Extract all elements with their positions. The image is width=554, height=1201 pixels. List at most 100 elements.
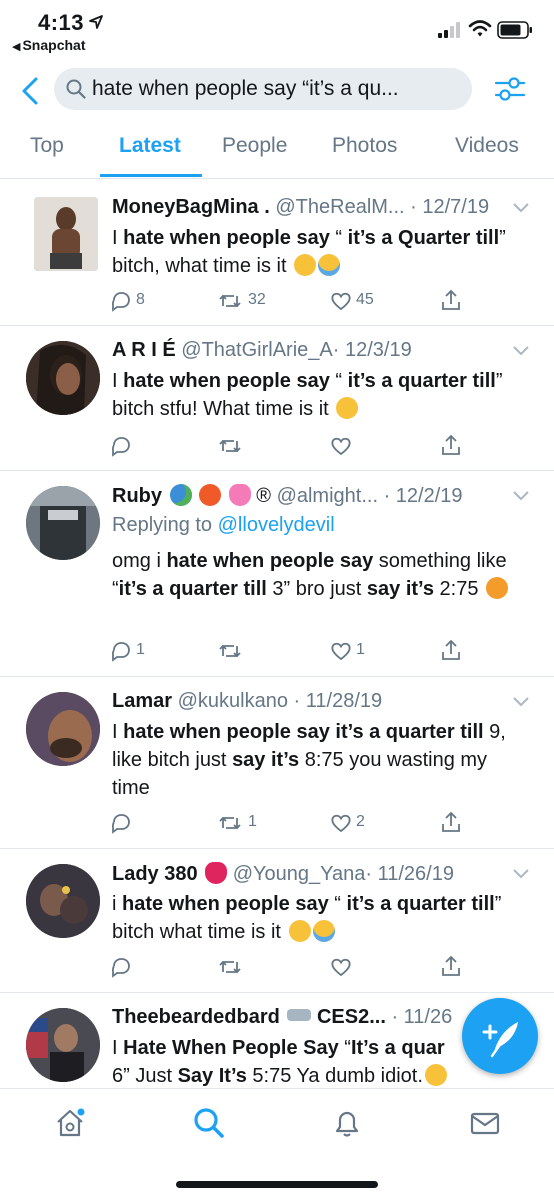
share-icon: [442, 289, 460, 310]
like-button[interactable]: [330, 435, 370, 457]
messages-icon[interactable]: [469, 1107, 501, 1139]
avatar[interactable]: [26, 692, 100, 766]
tweet-text: I hate when people say “ it’s a Quarter …: [112, 227, 506, 277]
tweet-date: · 12/7/19: [410, 196, 490, 218]
back-to-app-link[interactable]: ◀ Snapchat: [12, 37, 85, 53]
share-icon: [442, 639, 460, 660]
tweet-handle[interactable]: @ThatGirlArie_A: [181, 339, 332, 361]
tweet-author-name[interactable]: A R I É: [112, 339, 176, 361]
tweet-author-name[interactable]: Theebeardedbard: [112, 1006, 280, 1028]
avatar[interactable]: [26, 864, 100, 938]
avatar[interactable]: [34, 197, 98, 271]
chevron-down-icon[interactable]: [512, 345, 530, 357]
unamused-face-icon: [336, 397, 359, 419]
reply-button[interactable]: 8: [110, 290, 170, 312]
tweet[interactable]: A R I É @ThatGirlArie_A· 12/3/19 I hate …: [0, 325, 554, 471]
red-heart-emoji-icon: [205, 862, 228, 884]
avatar-photo: [26, 486, 100, 560]
reply-button[interactable]: 1: [110, 640, 160, 662]
tweet-handle[interactable]: @TheRealM...: [275, 196, 404, 218]
airplane-emoji-icon: [287, 1009, 312, 1021]
tab-people[interactable]: People: [222, 134, 287, 158]
home-icon[interactable]: [54, 1107, 86, 1139]
search-header: hate when people say “it’s a qu...: [0, 62, 554, 118]
share-button[interactable]: [440, 810, 464, 832]
reply-icon: [111, 814, 130, 834]
tweet-text: I hate when people say it’s a quarter ti…: [112, 721, 506, 799]
reply-mention-link[interactable]: @llovelydevil: [218, 514, 335, 536]
tweet-author-name[interactable]: Lady 380: [112, 863, 198, 885]
tweet-date: · 12/3/19: [332, 339, 412, 361]
replying-to: Replying to @llovelydevil: [112, 514, 335, 536]
tweet-author-name[interactable]: MoneyBagMina .: [112, 196, 270, 218]
tab-top[interactable]: Top: [30, 134, 64, 158]
reply-icon: [111, 437, 130, 457]
home-indicator[interactable]: [176, 1181, 378, 1188]
chevron-down-icon[interactable]: [512, 202, 530, 214]
tweet-feed[interactable]: MoneyBagMina . @TheRealM... · 12/7/19 I …: [0, 182, 554, 1088]
avatar-photo: [26, 864, 100, 938]
like-button[interactable]: 45: [330, 290, 400, 312]
avatar[interactable]: [26, 1008, 100, 1082]
notifications-icon[interactable]: [331, 1107, 363, 1139]
tweet[interactable]: MoneyBagMina . @TheRealM... · 12/7/19 I …: [0, 182, 554, 326]
back-chevron-icon[interactable]: [18, 76, 44, 106]
retweet-button[interactable]: 1: [218, 812, 268, 834]
share-button[interactable]: [440, 638, 464, 660]
reply-icon: [111, 292, 130, 312]
tab-photos[interactable]: Photos: [332, 134, 397, 158]
retweet-button[interactable]: [218, 640, 258, 662]
retweet-button[interactable]: [218, 956, 258, 978]
chevron-down-icon[interactable]: [512, 696, 530, 708]
retweet-icon: [219, 294, 241, 308]
retweet-button[interactable]: 32: [218, 290, 288, 312]
share-button[interactable]: [440, 433, 464, 455]
tweet-author-name[interactable]: Ruby: [112, 485, 162, 507]
retweet-button[interactable]: [218, 435, 258, 457]
sparkling-heart-emoji-icon: [228, 484, 251, 506]
search-icon[interactable]: [193, 1107, 225, 1139]
avatar[interactable]: [26, 486, 100, 560]
retweet-icon: [219, 644, 241, 658]
rolling-eyes-face-icon: [424, 1064, 447, 1086]
retweet-icon: [219, 960, 241, 974]
reply-button[interactable]: [110, 812, 150, 834]
share-icon: [442, 434, 460, 455]
retweet-count: 32: [248, 291, 266, 308]
reply-count: 8: [136, 291, 145, 308]
chevron-down-icon[interactable]: [512, 490, 530, 502]
search-input[interactable]: hate when people say “it’s a qu...: [54, 68, 472, 110]
tweet-author-name[interactable]: Lamar: [112, 690, 172, 712]
angry-face-icon: [486, 577, 509, 599]
compose-tweet-button[interactable]: [462, 998, 538, 1074]
avatar[interactable]: [26, 341, 100, 415]
like-button[interactable]: 1: [330, 640, 380, 662]
tweet-author-name-suffix: CES2...: [316, 1006, 386, 1028]
tweet-handle[interactable]: @kukulkano: [178, 690, 288, 712]
bottom-navigation: [0, 1088, 554, 1201]
tweet[interactable]: Lady 380 @Young_Yana· 11/26/19 i hate wh…: [0, 848, 554, 993]
like-count: 2: [356, 813, 365, 830]
heart-icon: [331, 292, 351, 311]
tweet[interactable]: Ruby ® @almight... · 12/2/19 Replying to…: [0, 470, 554, 677]
reply-button[interactable]: [110, 956, 150, 978]
avatar-photo: [34, 197, 98, 271]
tab-latest[interactable]: Latest: [119, 134, 181, 158]
like-count: 1: [356, 641, 365, 658]
filter-icon[interactable]: [494, 74, 526, 104]
tweet-handle[interactable]: @almight...: [277, 485, 378, 507]
reply-button[interactable]: [110, 435, 150, 457]
unamused-face-icon: [294, 254, 317, 276]
loudly-crying-face-icon: [318, 254, 341, 276]
chevron-down-icon[interactable]: [512, 868, 530, 880]
tweet-handle[interactable]: @Young_Yana: [233, 863, 366, 885]
avatar-photo: [26, 341, 100, 415]
share-button[interactable]: [440, 288, 464, 310]
tweet-text: I hate when people say “ it’s a quarter …: [112, 370, 503, 420]
share-icon: [442, 811, 460, 832]
like-button[interactable]: [330, 956, 370, 978]
like-button[interactable]: 2: [330, 812, 380, 834]
tab-videos[interactable]: Videos: [455, 134, 519, 158]
tweet[interactable]: Lamar @kukulkano · 11/28/19 I hate when …: [0, 676, 554, 849]
share-button[interactable]: [440, 954, 464, 976]
